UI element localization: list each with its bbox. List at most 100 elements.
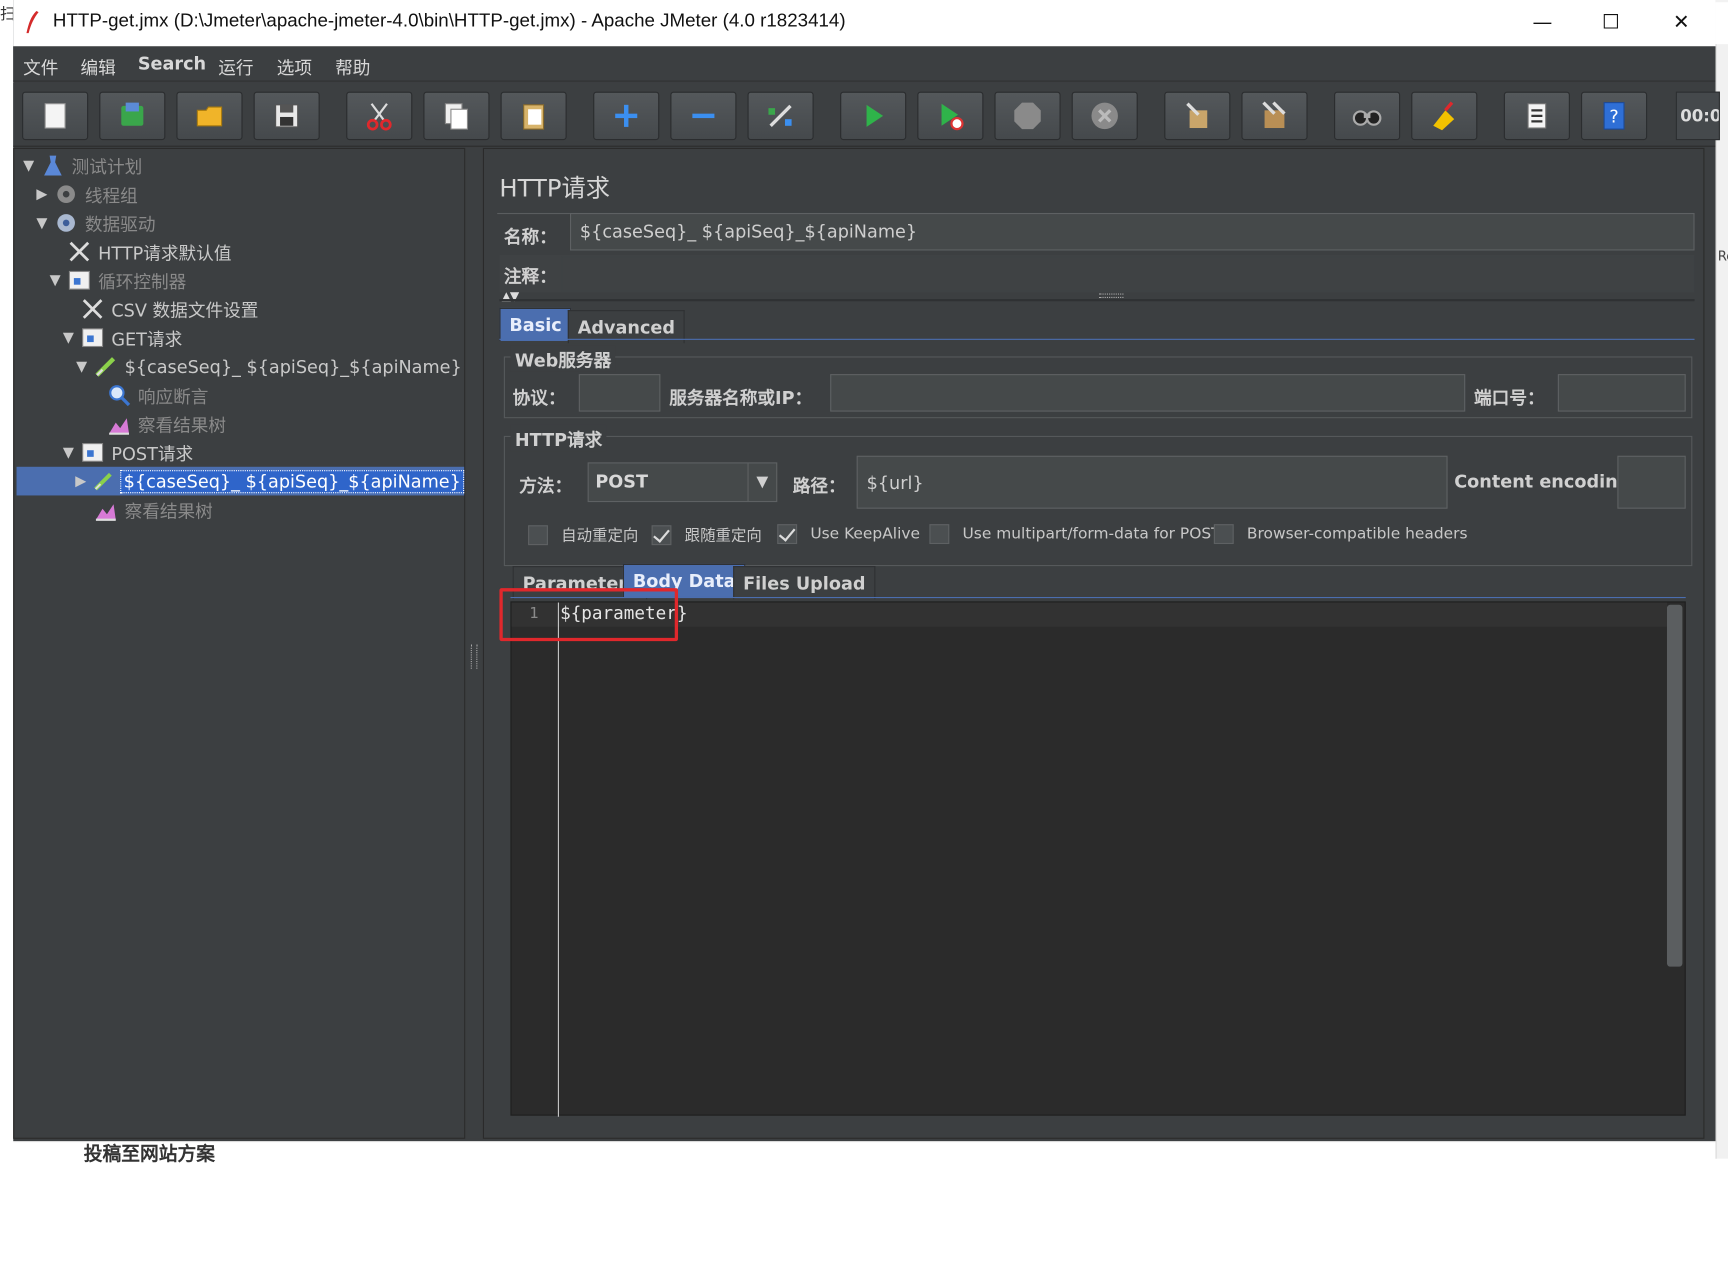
checkbox-box[interactable] xyxy=(777,524,798,545)
auto-redirect-checkbox[interactable]: 自动重定向 xyxy=(528,524,638,546)
templates-icon xyxy=(121,102,144,126)
thread-group-icon xyxy=(57,185,75,204)
port-input[interactable] xyxy=(1557,374,1686,412)
menu-bar: 文件 编辑 Search 运行 选项 帮助 xyxy=(13,46,1716,82)
close-button[interactable]: ✕ xyxy=(1647,0,1715,46)
protocol-input[interactable] xyxy=(578,374,661,412)
tab-basic[interactable]: Basic xyxy=(499,307,572,341)
tree-item-loop-controller[interactable]: ▼ 循环控制器 xyxy=(47,266,186,295)
checkbox-box[interactable] xyxy=(929,524,950,545)
test-plan-tree: ▼ 测试计划 ▶ 线程组 ▼ 数据驱动 HTTP请求默认值 ▼ 循环控制器 CS xyxy=(13,147,466,1139)
annotation-highlight-box xyxy=(499,588,679,642)
divider-grip-icon[interactable] xyxy=(1099,293,1124,298)
search-button[interactable] xyxy=(1334,91,1401,141)
panel-splitter[interactable] xyxy=(466,147,482,1139)
tree-item-view-results-tree-2[interactable]: 察看结果树 xyxy=(74,495,213,524)
reset-search-button[interactable] xyxy=(1411,91,1478,141)
shutdown-button[interactable] xyxy=(1071,91,1138,141)
checkbox-box[interactable] xyxy=(1213,524,1234,545)
expand-all-button[interactable] xyxy=(593,91,660,141)
menu-search[interactable]: Search xyxy=(138,53,206,74)
tree-item-test-plan[interactable]: ▼ 测试计划 xyxy=(21,151,142,180)
chevron-down-icon[interactable]: ▼ xyxy=(747,463,776,501)
controller-icon xyxy=(82,328,104,348)
start-no-timers-button[interactable] xyxy=(917,91,984,141)
minimize-button[interactable]: — xyxy=(1508,0,1576,46)
menu-run[interactable]: 运行 xyxy=(218,53,253,79)
collapse-arrows-icon[interactable]: ▲▼ xyxy=(502,289,520,303)
templates-button[interactable] xyxy=(99,91,166,141)
new-button[interactable] xyxy=(22,91,89,141)
tree-item-post-sampler[interactable]: ▶ ${caseSeq}_ ${apiSeq}_${apiName} xyxy=(16,466,465,496)
port-label: 端口号： xyxy=(1474,387,1545,409)
sampler-icon xyxy=(95,357,116,377)
stop-button[interactable] xyxy=(994,91,1061,141)
toggle-button[interactable] xyxy=(747,91,814,141)
tree-expand-toggle[interactable]: ▼ xyxy=(21,157,36,174)
window-title: HTTP-get.jmx (D:\Jmeter\apache-jmeter-4.… xyxy=(52,9,846,31)
tree-item-get-sampler[interactable]: ▼ ${caseSeq}_ ${apiSeq}_${apiName} xyxy=(74,352,462,381)
menu-edit[interactable]: 编辑 xyxy=(80,53,115,79)
tree-item-label: HTTP请求默认值 xyxy=(98,242,232,264)
tree-expand-toggle[interactable]: ▼ xyxy=(34,215,49,232)
svg-text:?: ? xyxy=(1609,107,1618,127)
tree-expand-toggle[interactable]: ▼ xyxy=(61,444,76,461)
checkbox-box[interactable] xyxy=(528,525,548,546)
copy-icon xyxy=(444,103,469,130)
tab-underline xyxy=(499,338,1695,340)
maximize-button[interactable]: ☐ xyxy=(1577,0,1645,46)
open-button[interactable] xyxy=(176,91,243,141)
tree-item-label: ${caseSeq}_ ${apiSeq}_${apiName} xyxy=(124,355,462,377)
editor-scrollbar[interactable] xyxy=(1666,604,1683,967)
checkbox-box[interactable] xyxy=(651,525,672,546)
tree-item-data-driven[interactable]: ▼ 数据驱动 xyxy=(34,209,155,238)
browser-headers-checkbox[interactable]: Browser-compatible headers xyxy=(1213,524,1468,545)
method-select[interactable]: POST ▼ xyxy=(587,462,778,503)
comment-field[interactable] xyxy=(561,256,1695,292)
name-field[interactable]: ${caseSeq}_ ${apiSeq}_${apiName} xyxy=(569,212,1695,251)
tree-expand-toggle[interactable]: ▼ xyxy=(47,272,62,289)
tree-item-view-results-tree[interactable]: 察看结果树 xyxy=(87,409,226,438)
menu-options[interactable]: 选项 xyxy=(277,53,312,79)
copy-button[interactable] xyxy=(423,91,490,141)
tree-item-thread-group[interactable]: ▶ 线程组 xyxy=(34,180,138,209)
tree-item-post-controller[interactable]: ▼ POST请求 xyxy=(61,438,193,467)
splitter-grip-icon[interactable] xyxy=(470,644,478,669)
menu-help[interactable]: 帮助 xyxy=(335,53,370,79)
path-input[interactable]: ${url} xyxy=(856,455,1448,509)
multipart-checkbox[interactable]: Use multipart/form-data for POST xyxy=(929,524,1221,545)
keepalive-checkbox[interactable]: Use KeepAlive xyxy=(777,524,920,545)
tree-item-http-defaults[interactable]: HTTP请求默认值 xyxy=(47,237,231,266)
follow-redirects-checkbox[interactable]: 跟随重定向 xyxy=(651,524,762,546)
function-helper-button[interactable] xyxy=(1503,91,1570,141)
collapse-all-button[interactable] xyxy=(670,91,737,141)
server-input[interactable] xyxy=(830,374,1466,412)
config-icon xyxy=(69,241,90,262)
tree-expand-toggle[interactable]: ▼ xyxy=(74,358,89,375)
stop-icon xyxy=(1014,102,1041,130)
path-label: 路径： xyxy=(792,475,846,497)
tree-expand-toggle[interactable]: ▼ xyxy=(61,329,76,346)
cut-button[interactable] xyxy=(346,91,413,141)
menu-file[interactable]: 文件 xyxy=(23,53,58,79)
body-data-editor[interactable]: 1 ${parameter} xyxy=(510,601,1686,1117)
open-icon xyxy=(196,106,223,127)
encoding-input[interactable] xyxy=(1617,455,1686,509)
help-button[interactable]: ? xyxy=(1580,91,1648,141)
clear-all-button[interactable] xyxy=(1241,91,1308,141)
tree-expand-toggle[interactable]: ▶ xyxy=(74,473,88,490)
tree-item-response-assertion[interactable]: 响应断言 xyxy=(87,381,208,410)
tree-item-label: 线程组 xyxy=(84,185,138,207)
tree-item-csv-config[interactable]: CSV 数据文件设置 xyxy=(61,295,258,324)
tree-expand-toggle[interactable]: ▶ xyxy=(34,186,49,203)
save-button[interactable] xyxy=(253,91,320,141)
paste-button[interactable] xyxy=(500,91,567,141)
checkbox-label: 跟随重定向 xyxy=(684,527,762,546)
tab-files-upload[interactable]: Files Upload xyxy=(733,566,876,600)
checkbox-label: Use multipart/form-data for POST xyxy=(962,525,1221,543)
tree-item-get-controller[interactable]: ▼ GET请求 xyxy=(61,323,182,352)
gutter-divider xyxy=(557,602,559,1117)
method-value: POST xyxy=(595,471,649,493)
start-button[interactable] xyxy=(840,91,907,141)
clear-button[interactable] xyxy=(1164,91,1231,141)
